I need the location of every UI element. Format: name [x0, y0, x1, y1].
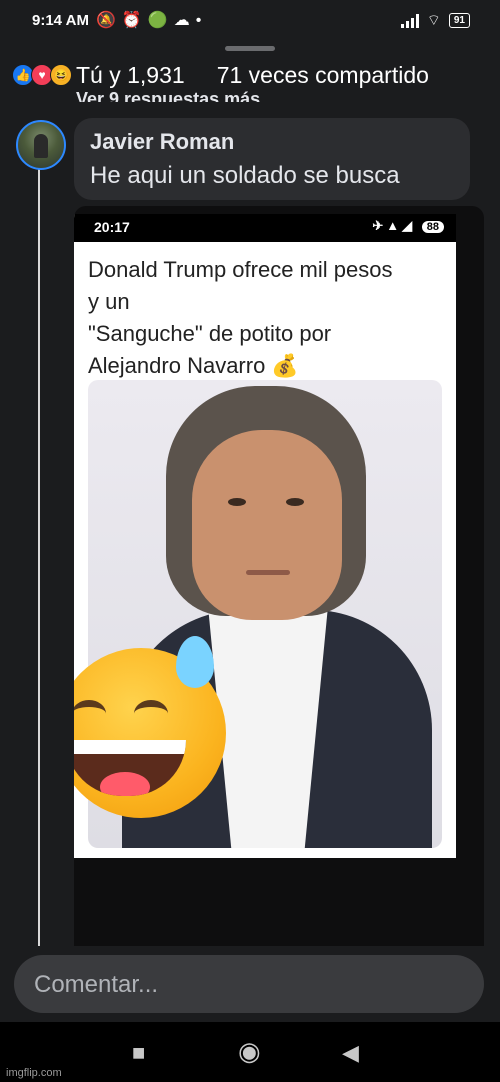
portrait-eye [228, 498, 246, 506]
avatar-figure [34, 134, 48, 158]
emoji-mouth [74, 740, 186, 796]
sheet-drag-handle[interactable] [225, 46, 275, 51]
comment-text: He aqui un soldado se busca [90, 162, 400, 189]
recents-icon[interactable]: ■ [132, 1040, 145, 1066]
comment-input[interactable] [32, 965, 466, 1005]
screenshot-status-bar: 20:17 ✈▲◢ 88 [74, 214, 456, 242]
comment-bubble[interactable]: Javier Roman He aqui un soldado se busca [74, 118, 470, 200]
screenshot-time: 20:17 [94, 219, 130, 235]
status-right: ⌔ 91 [400, 11, 470, 30]
screenshot-image: 20:17 ✈▲◢ 88 Donald Trump ofrece mil pes… [74, 214, 456, 858]
screenshot-status-icons: ✈▲◢ 88 [372, 218, 444, 234]
notification-icons: 🔕⏰🟢☁• [96, 12, 208, 29]
meme-line: "Sanguche" de potito por [88, 321, 332, 346]
portrait-mouth [246, 570, 290, 575]
home-icon[interactable]: ◉ [238, 1036, 261, 1067]
meme-caption: Donald Trump ofrece mil pesos y un "Sang… [88, 254, 448, 382]
status-bar: 9:14 AM 🔕⏰🟢☁• ⌔ 91 [0, 0, 500, 42]
comment-composer[interactable] [14, 955, 484, 1013]
reaction-icons[interactable]: 👍 ♥ 😆 [12, 64, 72, 86]
signal-icon [400, 13, 419, 28]
haha-icon: 😆 [50, 64, 72, 86]
emoji-sweat-drop [176, 636, 214, 688]
battery-indicator: 91 [448, 13, 470, 28]
wifi-icon: ⌔ [426, 12, 441, 29]
reply-thread-line [38, 166, 40, 946]
sweat-smile-emoji-icon [74, 636, 234, 838]
screenshot-battery: 88 [421, 221, 444, 233]
watermark: imgflip.com [6, 1067, 62, 1079]
status-time: 9:14 AM [32, 12, 89, 29]
meme-line: Alejandro Navarro 💰 [88, 353, 299, 378]
portrait-eye [286, 498, 304, 506]
comment-author[interactable]: Javier Roman [90, 129, 234, 155]
system-nav-bar: ■ ◉ ◀ [0, 1022, 500, 1082]
portrait-face [192, 430, 342, 620]
meme-line: y un [88, 289, 130, 314]
emoji-eye [134, 700, 168, 727]
back-icon[interactable]: ◀ [342, 1040, 359, 1066]
comment-image-attachment[interactable]: 20:17 ✈▲◢ 88 Donald Trump ofrece mil pes… [74, 206, 484, 946]
view-more-replies-link[interactable]: Ver 9 respuestas más... [76, 84, 275, 102]
emoji-eye [74, 700, 106, 727]
avatar[interactable] [16, 120, 66, 170]
meme-line: Donald Trump ofrece mil pesos [88, 257, 393, 282]
